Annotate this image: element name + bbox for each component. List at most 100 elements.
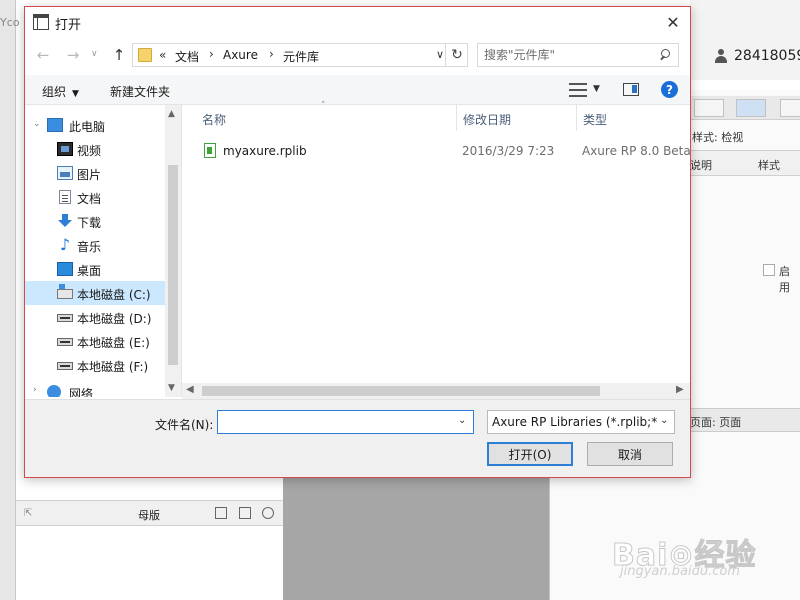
- inspector-col-desc: 说明: [690, 159, 712, 172]
- add-master-icon[interactable]: [215, 507, 227, 519]
- organize-button[interactable]: 组织 ▼: [42, 83, 79, 100]
- file-type: Axure RP 8.0 Beta: [582, 144, 691, 158]
- nav-item-label: 下载: [77, 216, 102, 230]
- nav-pane-scrollbar[interactable]: ▲ ▼: [165, 105, 181, 397]
- nav-item-drive-f[interactable]: 本地磁盘 (F:): [25, 353, 165, 377]
- document-icon: [59, 190, 71, 204]
- nav-item-label: 网络: [69, 387, 94, 397]
- cancel-button[interactable]: 取消: [587, 442, 673, 466]
- view-options-icon[interactable]: [569, 83, 587, 97]
- nav-item-videos[interactable]: 视频: [25, 137, 165, 161]
- scroll-down-icon[interactable]: ▼: [168, 383, 175, 393]
- nav-item-pictures[interactable]: 图片: [25, 161, 165, 185]
- nav-item-drive-e[interactable]: 本地磁盘 (E:): [25, 329, 165, 353]
- chevron-down-icon[interactable]: ⌄: [660, 415, 668, 426]
- filename-combobox[interactable]: ⌄: [217, 410, 474, 434]
- drive-icon: [57, 314, 73, 322]
- filename-label: 文件名(N):: [155, 418, 214, 432]
- master-panel-title: 母版: [138, 509, 160, 522]
- forward-button[interactable]: →: [63, 45, 83, 65]
- search-icon[interactable]: [262, 507, 274, 519]
- nav-item-drive-d[interactable]: 本地磁盘 (D:): [25, 305, 165, 329]
- user-id-label: 28418059: [734, 48, 800, 64]
- breadcrumb-item[interactable]: 元件库: [283, 48, 319, 65]
- column-separator[interactable]: [576, 105, 577, 131]
- file-list-hscrollbar[interactable]: ◀ ▶: [182, 383, 690, 399]
- dialog-titlebar[interactable]: 打开 ✕: [25, 7, 690, 37]
- scroll-right-icon[interactable]: ▶: [676, 384, 684, 395]
- organize-label: 组织: [42, 85, 67, 99]
- column-name[interactable]: 名称: [202, 111, 226, 128]
- enable-label: 启用: [779, 265, 790, 294]
- background-left-panel: [16, 478, 283, 600]
- add-folder-icon[interactable]: [239, 507, 251, 519]
- open-button[interactable]: 打开(O): [487, 442, 573, 466]
- refresh-button[interactable]: ↻: [445, 43, 468, 67]
- nav-item-drive-c[interactable]: 本地磁盘 (C:): [25, 281, 165, 305]
- pc-icon: [47, 118, 63, 132]
- filetype-selected: Axure RP Libraries (*.rplib;*.r: [492, 415, 657, 429]
- master-panel-header: 母版: [16, 500, 283, 526]
- nav-item-label: 图片: [77, 168, 102, 182]
- search-input[interactable]: [484, 47, 654, 63]
- close-button[interactable]: ✕: [661, 11, 685, 33]
- preview-pane-icon[interactable]: [623, 83, 639, 96]
- nav-item-documents[interactable]: 文档: [25, 185, 165, 209]
- address-bar[interactable]: « 文档 › Axure › 元件库 ∨: [132, 43, 468, 67]
- rplib-file-icon: [204, 143, 216, 158]
- drive-icon: [57, 362, 73, 370]
- filename-input[interactable]: [222, 414, 452, 430]
- nav-item-network[interactable]: › 网络: [25, 385, 165, 397]
- chevron-down-icon: ▼: [72, 89, 79, 99]
- recent-locations-dropdown[interactable]: ∨: [91, 49, 98, 59]
- background-toolbar-button[interactable]: [694, 99, 724, 117]
- scrollbar-thumb[interactable]: [202, 386, 600, 396]
- file-row[interactable]: myaxure.rplib 2016/3/29 7:23 Axure RP 8.…: [182, 139, 691, 163]
- file-name: myaxure.rplib: [223, 144, 307, 158]
- help-icon[interactable]: ?: [661, 81, 678, 98]
- window-icon: [33, 14, 49, 30]
- nav-item-music[interactable]: ♪ 音乐: [25, 233, 165, 257]
- drive-icon: [57, 338, 73, 346]
- download-icon: [57, 214, 73, 228]
- address-overflow-icon[interactable]: «: [159, 48, 166, 62]
- nav-item-this-pc[interactable]: ⌄ 此电脑: [25, 113, 165, 137]
- breadcrumb-separator[interactable]: ›: [209, 47, 214, 61]
- scroll-left-icon[interactable]: ◀: [186, 384, 194, 395]
- chevron-down-icon[interactable]: ▼: [593, 84, 600, 94]
- breadcrumb-separator[interactable]: ›: [269, 47, 274, 61]
- nav-item-label: 文档: [77, 192, 102, 206]
- file-modified: 2016/3/29 7:23: [462, 144, 555, 158]
- nav-item-downloads[interactable]: 下载: [25, 209, 165, 233]
- column-type[interactable]: 类型: [583, 111, 607, 128]
- chevron-down-icon[interactable]: ⌄: [458, 415, 466, 426]
- enable-checkbox[interactable]: [763, 264, 775, 276]
- nav-item-label: 桌面: [77, 264, 102, 278]
- scrollbar-thumb[interactable]: [168, 165, 178, 365]
- background-left-strip: [0, 0, 16, 600]
- background-toolbar-button[interactable]: [780, 99, 800, 117]
- column-modified[interactable]: 修改日期: [463, 111, 511, 128]
- column-separator[interactable]: [456, 105, 457, 131]
- inspector-style-label: 样式: 检视: [692, 131, 744, 144]
- new-folder-button[interactable]: 新建文件夹: [110, 83, 170, 100]
- search-icon[interactable]: [659, 49, 671, 61]
- breadcrumb-item[interactable]: Axure: [223, 48, 258, 62]
- collapse-icon[interactable]: ⇱: [24, 508, 32, 519]
- back-button[interactable]: ←: [33, 45, 53, 65]
- breadcrumb-item[interactable]: 文档: [175, 48, 199, 65]
- background-user-info[interactable]: 28418059: [714, 48, 800, 64]
- background-header-area: [690, 0, 800, 80]
- navigation-pane: ⌄ 此电脑 视频 图片 文档 下载 ♪ 音乐 桌面 本地磁盘 (C:) 本地磁盘…: [25, 105, 181, 397]
- page-panel-label: 页面: 页面: [690, 416, 742, 429]
- expand-icon[interactable]: ⌄: [33, 119, 41, 129]
- background-title-fragment: Yco: [0, 16, 20, 29]
- filetype-select[interactable]: Axure RP Libraries (*.rplib;*.r ⌄: [487, 410, 675, 434]
- search-field[interactable]: [477, 43, 679, 67]
- expand-icon[interactable]: ›: [33, 385, 37, 395]
- background-toolbar-button[interactable]: [736, 99, 766, 117]
- scroll-up-icon[interactable]: ▲: [168, 109, 175, 119]
- up-button[interactable]: ↑: [109, 45, 129, 65]
- nav-item-desktop[interactable]: 桌面: [25, 257, 165, 281]
- open-file-dialog: 打开 ✕ ← → ∨ ↑ « 文档 › Axure › 元件库 ∨ ↻ 组织 ▼ …: [24, 6, 691, 478]
